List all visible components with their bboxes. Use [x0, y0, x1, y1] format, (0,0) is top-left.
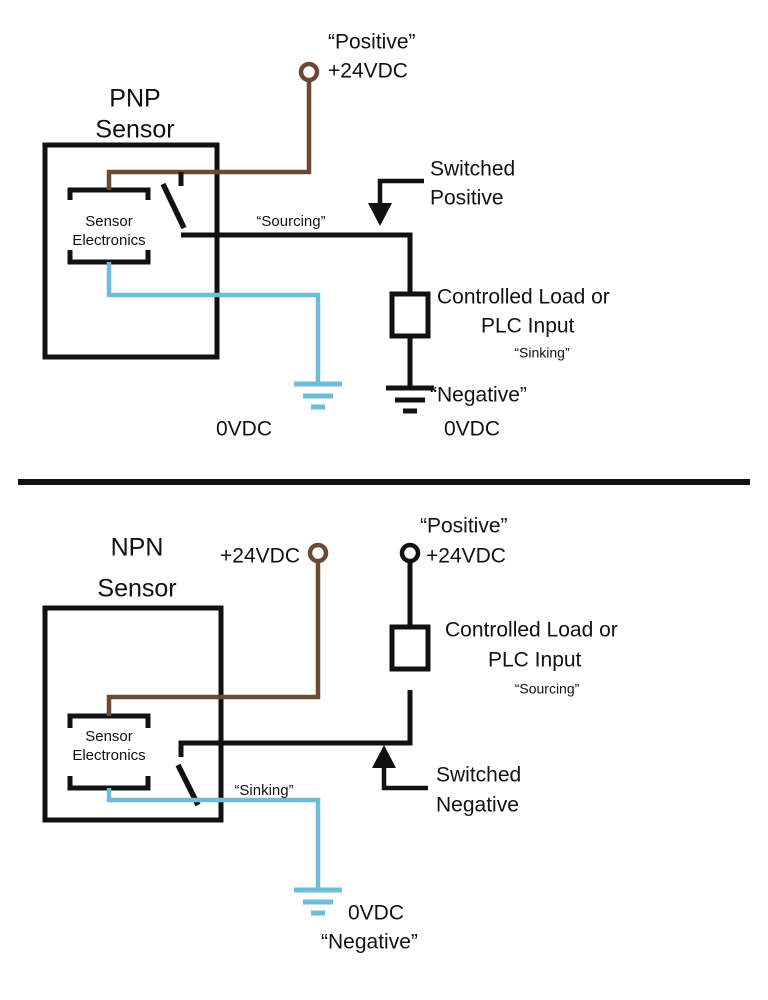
pnp-switched-positive-line1: Switched [430, 158, 515, 181]
pnp-controlled-load-symbol [389, 291, 431, 339]
pnp-return-voltage-label: 0VDC [444, 418, 500, 441]
pnp-title-line1: PNP [109, 85, 160, 113]
npn-title-line2: Sensor [97, 575, 176, 603]
pnp-switched-positive-line2: Positive [430, 187, 504, 210]
pnp-load-mode-label: “Sinking” [514, 345, 570, 361]
npn-electronics-label-line2: Electronics [72, 747, 145, 764]
npn-controlled-load-symbol [389, 624, 431, 672]
npn-load-line1: Controlled Load or [445, 619, 618, 642]
npn-switched-negative-line1: Switched [436, 764, 521, 787]
diagram-canvas: Sensor Electronics PNP Sensor “Positive”… [0, 0, 768, 1000]
pnp-supply-quote-label: “Positive” [328, 31, 416, 54]
pnp-sourcing-label: “Sourcing” [256, 213, 325, 230]
pnp-sensor-ground-voltage-label: 0VDC [216, 418, 272, 441]
npn-title-line1: NPN [111, 534, 164, 562]
pnp-title-line2: Sensor [95, 116, 174, 144]
npn-load-supply-voltage-label: +24VDC [426, 545, 506, 568]
npn-electronics-label-line1: Sensor [85, 728, 133, 745]
npn-positive-terminal-node [307, 542, 329, 564]
pnp-return-quote-label: “Negative” [430, 384, 527, 407]
pnp-load-line2: PLC Input [481, 315, 575, 338]
pnp-load-line1: Controlled Load or [437, 286, 610, 309]
npn-load-line2: PLC Input [488, 649, 582, 672]
sensor-wiring-diagram: Sensor Electronics PNP Sensor “Positive”… [0, 0, 768, 1000]
canvas-background [0, 0, 768, 1000]
npn-load-mode-label: “Sourcing” [515, 681, 580, 697]
pnp-positive-terminal-node [298, 61, 320, 83]
npn-load-supply-quote-label: “Positive” [420, 515, 508, 538]
npn-switched-negative-line2: Negative [436, 794, 519, 817]
npn-supply-voltage-label: +24VDC [220, 545, 300, 568]
pnp-electronics-label-line2: Electronics [72, 232, 145, 249]
npn-ground-voltage-label: 0VDC [348, 902, 404, 925]
npn-sinking-label: “Sinking” [234, 782, 293, 799]
npn-ground-quote-label: “Negative” [321, 931, 418, 954]
npn-load-positive-terminal-node [399, 542, 421, 564]
pnp-electronics-label-line1: Sensor [85, 213, 133, 230]
pnp-supply-voltage-label: +24VDC [328, 60, 408, 83]
